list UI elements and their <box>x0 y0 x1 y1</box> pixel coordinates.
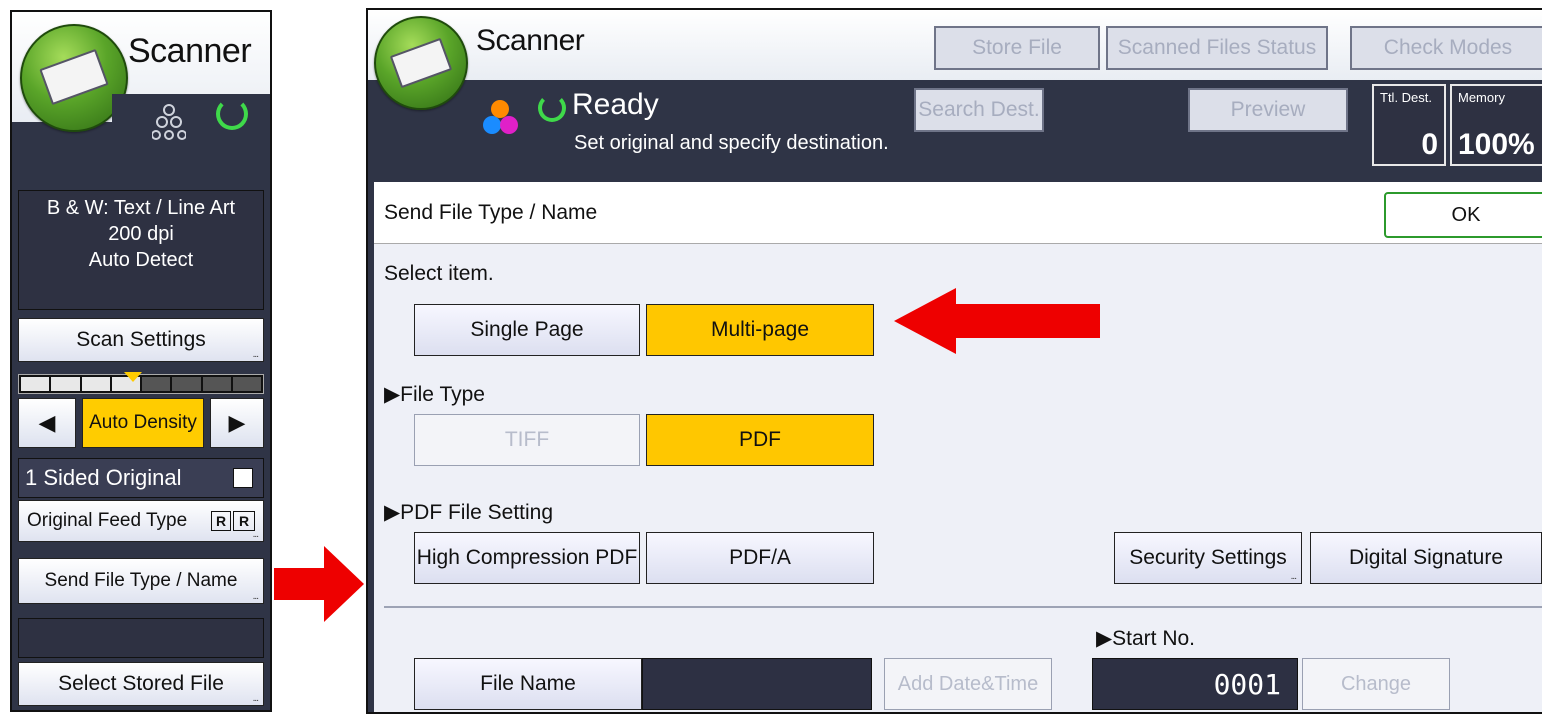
ready-status-icon <box>216 98 248 130</box>
ttl-dest-label: Ttl. Dest. <box>1380 90 1433 105</box>
section-header: Send File Type / Name <box>374 182 1542 244</box>
search-dest-button[interactable]: Search Dest. <box>914 88 1044 132</box>
work-area: Send File Type / Name OK Select item. Si… <box>374 182 1542 712</box>
select-stored-file-button[interactable]: Select Stored File ... <box>18 662 264 706</box>
right-panel: Scanner Store File Scanned Files Status … <box>366 8 1542 714</box>
pdf-a-button[interactable]: PDF/A <box>646 532 874 584</box>
change-button[interactable]: Change <box>1302 658 1450 710</box>
store-file-label: Store File <box>972 36 1062 59</box>
select-item-label: Select item. <box>384 262 494 285</box>
start-no-value: 0001 <box>1213 667 1281 701</box>
ttl-dest-value: 0 <box>1421 128 1438 161</box>
toner-dots-icon <box>151 102 187 147</box>
memory-counter: Memory 100% <box>1450 84 1542 166</box>
left-triangle-icon: ◀ <box>38 410 56 435</box>
density-lighter-button[interactable]: ◀ <box>18 398 76 448</box>
summary-line-2: 200 dpi <box>108 223 174 245</box>
search-dest-label: Search Dest. <box>918 98 1040 121</box>
file-name-label: File Name <box>480 672 576 695</box>
feed-orientation-rotated-icon: R <box>233 511 255 531</box>
memory-value: 100% <box>1458 128 1535 161</box>
multi-page-button[interactable]: Multi-page <box>646 304 874 356</box>
file-type-heading: ▶File Type <box>384 383 485 406</box>
auto-density-label: Auto Density <box>89 412 197 433</box>
preview-button[interactable]: Preview <box>1188 88 1348 132</box>
file-name-field[interactable] <box>642 658 872 710</box>
highlight-arrow-icon <box>894 288 1100 354</box>
scan-settings-summary: B & W: Text / Line Art 200 dpi Auto Dete… <box>18 190 264 310</box>
send-file-type-button[interactable]: Send File Type / Name ... <box>18 558 264 604</box>
summary-line-3: Auto Detect <box>88 249 194 271</box>
pdf-file-setting-heading: ▶PDF File Setting <box>384 501 554 524</box>
security-settings-button[interactable]: Security Settings ... <box>1114 532 1302 584</box>
store-file-button[interactable]: Store File <box>934 26 1100 70</box>
total-destinations-counter: Ttl. Dest. 0 <box>1372 84 1446 166</box>
memory-label: Memory <box>1458 90 1505 105</box>
send-file-type-label: Send File Type / Name <box>44 570 238 591</box>
ok-button[interactable]: OK <box>1384 192 1542 238</box>
digital-signature-label: Digital Signature <box>1348 546 1504 569</box>
density-darker-button[interactable]: ▶ <box>210 398 264 448</box>
original-feed-type-button[interactable]: Original Feed Type R R ... <box>18 500 264 542</box>
file-name-button[interactable]: File Name <box>414 658 642 710</box>
high-compression-pdf-button[interactable]: High Compression PDF <box>414 532 640 584</box>
original-sides-status: 1 Sided Original <box>18 458 264 498</box>
scanner-logo-icon <box>374 16 468 110</box>
start-no-field: 0001 <box>1092 658 1298 710</box>
status-message: Set original and specify destination. <box>574 132 889 154</box>
section-title: Send File Type / Name <box>384 200 598 224</box>
app-title: Scanner <box>476 24 585 57</box>
scanned-files-status-button[interactable]: Scanned Files Status <box>1106 26 1328 70</box>
tiff-label: TIFF <box>504 428 550 451</box>
pdf-button[interactable]: PDF <box>646 414 874 466</box>
pdf-a-label: PDF/A <box>729 546 791 569</box>
feed-orientation-icon: R <box>211 511 231 531</box>
ready-status-icon <box>538 94 566 122</box>
add-date-time-label: Add Date&Time <box>897 672 1039 695</box>
select-stored-file-label: Select Stored File <box>58 672 224 695</box>
add-date-time-button[interactable]: Add Date&Time <box>884 658 1052 710</box>
single-page-button[interactable]: Single Page <box>414 304 640 356</box>
ok-label: OK <box>1451 203 1481 226</box>
scanned-files-status-label: Scanned Files Status <box>1117 36 1317 59</box>
one-sided-icon <box>233 468 253 488</box>
left-panel: Scanner B & W: Text / Line Art 200 dpi A… <box>10 10 272 712</box>
app-title: Scanner <box>128 32 252 70</box>
preview-label: Preview <box>1230 98 1306 121</box>
scan-settings-label: Scan Settings <box>76 328 206 351</box>
high-compression-pdf-label: High Compression PDF <box>416 546 638 569</box>
right-triangle-icon: ▶ <box>228 410 246 435</box>
auto-density-button[interactable]: Auto Density <box>82 398 204 448</box>
divider <box>384 606 1542 608</box>
change-label: Change <box>1340 672 1412 695</box>
single-page-label: Single Page <box>470 318 584 341</box>
scan-settings-button[interactable]: Scan Settings ... <box>18 318 264 362</box>
stored-file-indicator <box>18 618 264 658</box>
check-modes-button[interactable]: Check Modes <box>1350 26 1542 70</box>
tiff-button[interactable]: TIFF <box>414 414 640 466</box>
original-feed-type-label: Original Feed Type <box>27 510 188 531</box>
pdf-label: PDF <box>739 428 781 451</box>
toner-colors-icon <box>480 98 520 138</box>
security-settings-label: Security Settings <box>1129 546 1287 569</box>
summary-line-1: B & W: Text / Line Art <box>46 197 236 219</box>
check-modes-label: Check Modes <box>1383 36 1513 59</box>
start-no-heading: ▶Start No. <box>1096 627 1196 650</box>
status-strip <box>112 94 270 154</box>
digital-signature-button[interactable]: Digital Signature <box>1310 532 1542 584</box>
density-pointer-icon <box>124 372 142 382</box>
status-title: Ready <box>572 88 659 121</box>
more-dots-icon: ... <box>252 349 259 360</box>
pointer-arrow-icon <box>274 546 364 622</box>
original-sides-label: 1 Sided Original <box>25 465 182 490</box>
multi-page-label: Multi-page <box>710 318 810 341</box>
